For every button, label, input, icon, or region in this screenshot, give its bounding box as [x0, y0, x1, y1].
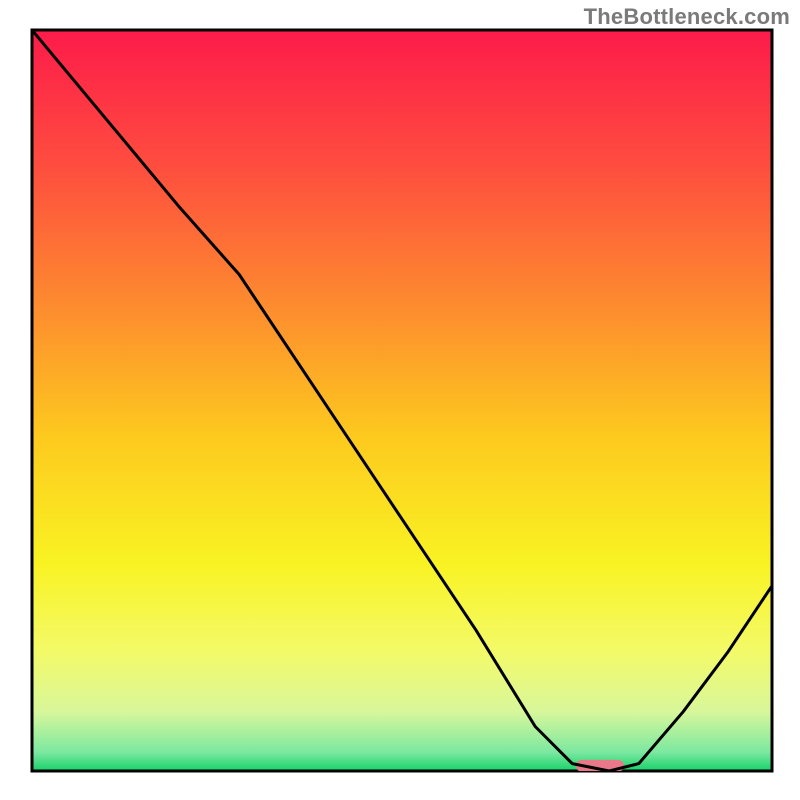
heat-gradient-background: [32, 30, 772, 771]
bottleneck-chart: [0, 0, 800, 800]
chart-container: { "watermark": "TheBottleneck.com", "cha…: [0, 0, 800, 800]
watermark-text: TheBottleneck.com: [584, 4, 790, 30]
